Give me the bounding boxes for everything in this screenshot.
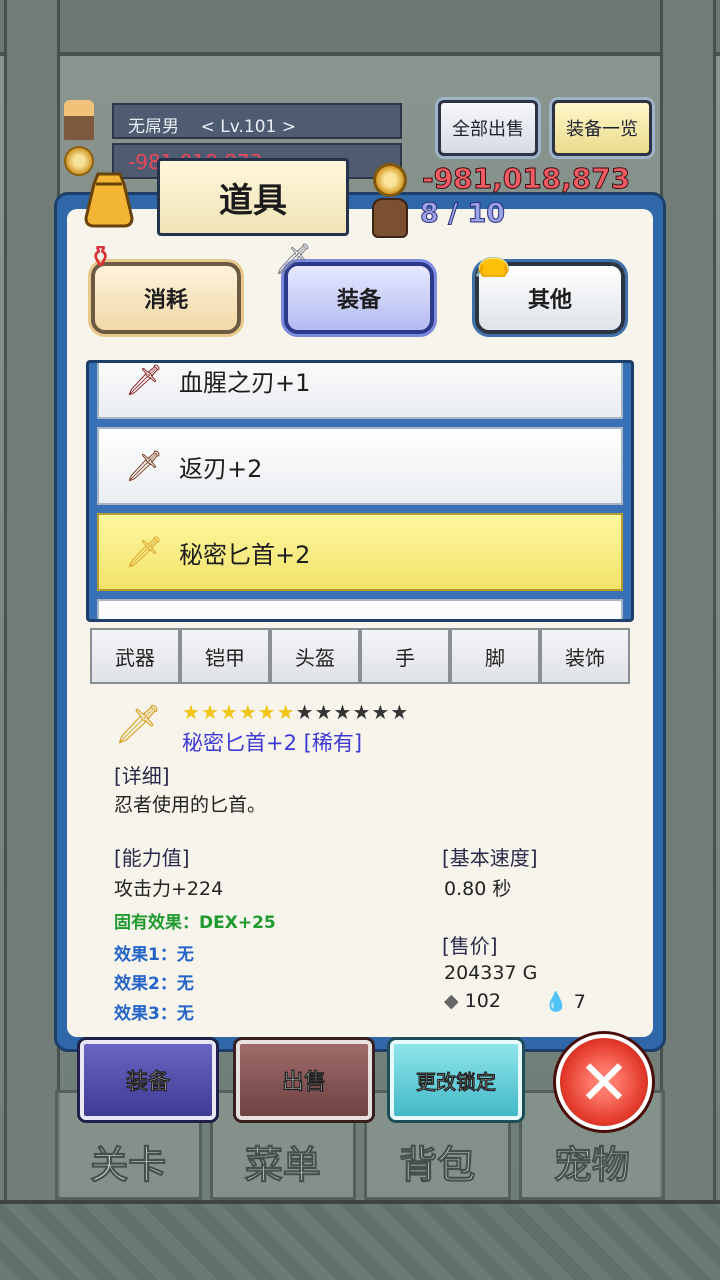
slot-tab-armor[interactable]: 铠甲	[180, 628, 270, 684]
item-name: 返刃+2	[179, 454, 263, 483]
list-item[interactable]	[97, 599, 623, 619]
drop-count: 💧 7	[544, 990, 586, 1013]
player-avatar	[64, 100, 94, 140]
star-empty-icon: ★	[314, 700, 334, 724]
inventory-capacity: 8 / 10	[419, 198, 506, 230]
secret-dagger-icon: 🗡	[125, 534, 164, 570]
pouch-icon: 👝	[474, 244, 512, 279]
drop-value: 7	[573, 991, 586, 1013]
item-list[interactable]: 🗡 血腥之刃+1 🗡 返刃+2 🗡 秘密匕首+2	[86, 360, 634, 622]
background-floor	[0, 1200, 720, 1280]
ore-value: 102	[464, 990, 501, 1012]
item-name: 血腥之刃+1	[179, 368, 311, 397]
star-empty-icon: ★	[371, 700, 391, 724]
gold-amount: -981,018,873	[421, 162, 631, 196]
gold-coin-icon	[373, 163, 407, 197]
background-post-right	[660, 0, 716, 1200]
potion-icon: ⚱	[88, 240, 114, 275]
effect-3: 效果3：无	[114, 1004, 194, 1024]
tab-consumable-label: 消耗	[143, 288, 188, 313]
sell-all-button[interactable]: 全部出售	[438, 100, 538, 156]
page-title: 道具	[157, 158, 349, 236]
sell-button[interactable]: 出售	[236, 1040, 372, 1120]
star-empty-icon: ★	[333, 700, 353, 724]
background-post-left	[4, 0, 60, 1200]
list-item[interactable]: 🗡 返刃+2	[97, 427, 623, 505]
star-filled-icon: ★	[182, 700, 201, 724]
star-filled-icon: ★	[257, 700, 277, 724]
item-description: 忍者使用的匕首。	[114, 794, 267, 816]
attack-stat: 攻击力+224	[114, 878, 224, 900]
ore-count: ◆ 102	[444, 990, 501, 1012]
slot-tab-weapon[interactable]: 武器	[90, 628, 180, 684]
close-icon: ✕	[578, 1045, 630, 1119]
slot-tab-helmet[interactable]: 头盔	[270, 628, 360, 684]
effect-2: 效果2：无	[114, 974, 194, 994]
list-item-selected[interactable]: 🗡 秘密匕首+2	[97, 513, 623, 591]
sell-price: 204337 G	[444, 962, 538, 984]
ore-icon: ◆	[444, 990, 459, 1012]
price-header: [售价]	[442, 934, 498, 958]
selected-item-icon: 🗡	[114, 702, 163, 746]
star-filled-icon: ★	[200, 700, 220, 724]
equip-list-button[interactable]: 装备一览	[552, 100, 652, 156]
star-empty-icon: ★	[352, 700, 372, 724]
slot-tab-hand[interactable]: 手	[360, 628, 450, 684]
item-name: 秘密匕首+2	[179, 540, 311, 569]
return-blade-icon: 🗡	[125, 448, 164, 484]
rarity-stars: ★★★★★★★★★★★★	[182, 700, 409, 724]
tab-equipment-label: 装备	[336, 288, 381, 313]
stats-header: [能力值]	[114, 846, 190, 870]
change-lock-button[interactable]: 更改锁定	[390, 1040, 522, 1120]
star-filled-icon: ★	[219, 700, 239, 724]
slot-tabs: 武器 铠甲 头盔 手 脚 装饰	[90, 628, 630, 684]
star-empty-icon: ★	[295, 700, 315, 724]
background-beam	[0, 0, 720, 56]
effect-1: 效果1：无	[114, 945, 194, 965]
player-name-box: 无屌男 < Lv.101 >	[112, 103, 402, 139]
player-level: < Lv.101 >	[200, 117, 296, 137]
backpack-icon	[372, 198, 408, 238]
speed-header: [基本速度]	[442, 846, 538, 870]
selected-item-name: 秘密匕首+2 [稀有]	[182, 731, 363, 755]
slot-tab-foot[interactable]: 脚	[450, 628, 540, 684]
desc-header: [详细]	[114, 764, 170, 788]
tab-other-label: 其他	[527, 288, 572, 313]
drop-icon: 💧	[544, 991, 568, 1013]
item-bag-icon	[84, 172, 134, 228]
star-empty-icon: ★	[390, 700, 410, 724]
equip-button[interactable]: 装备	[80, 1040, 216, 1120]
star-filled-icon: ★	[238, 700, 258, 724]
slot-tab-accessory[interactable]: 装饰	[540, 628, 630, 684]
list-item[interactable]: 🗡 血腥之刃+1	[97, 362, 623, 419]
tab-consumable[interactable]: 消耗	[91, 262, 241, 334]
base-speed: 0.80 秒	[444, 878, 512, 900]
sword-icon: 🗡	[274, 242, 313, 277]
star-filled-icon: ★	[276, 700, 296, 724]
inherent-effect: 固有效果：DEX+25	[114, 913, 276, 933]
blood-blade-icon: 🗡	[125, 362, 164, 398]
player-name: 无屌男	[128, 117, 179, 137]
close-button[interactable]: ✕	[556, 1034, 652, 1130]
